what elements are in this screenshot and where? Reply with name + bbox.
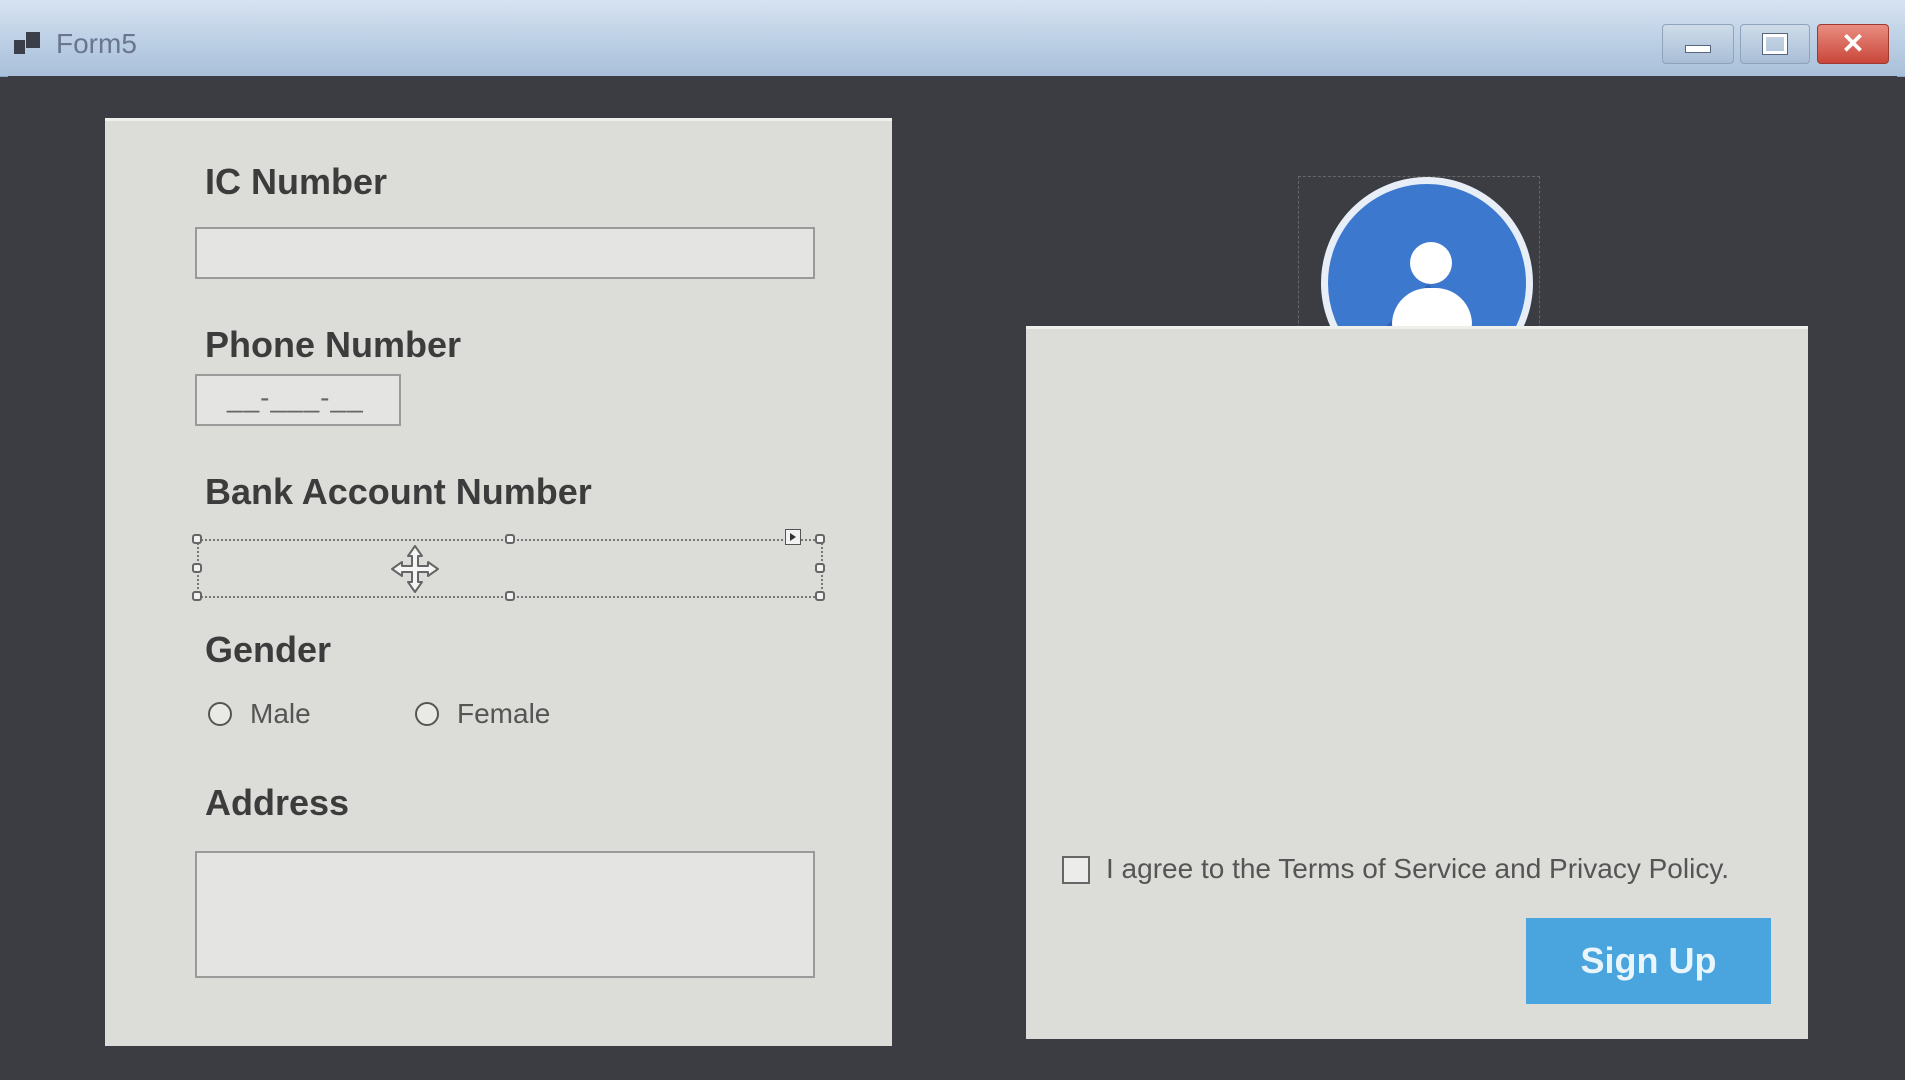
close-button[interactable]: ✕ <box>1817 24 1889 64</box>
gender-label: Gender <box>205 629 332 670</box>
resize-handle-middle-right[interactable] <box>815 563 825 573</box>
gender-male-radio[interactable] <box>208 702 232 726</box>
personal-info-panel: IC Number Phone Number __-___-__ Bank Ac… <box>105 118 892 1046</box>
minimize-icon <box>1685 45 1711 53</box>
sign-up-button[interactable]: Sign Up <box>1526 918 1771 1004</box>
bank-account-input[interactable] <box>201 543 819 593</box>
resize-handle-top-left[interactable] <box>192 534 202 544</box>
ic-number-label: IC Number <box>205 161 388 202</box>
form-app-icon <box>14 30 42 58</box>
form5-window: Form5 ✕ IC Number Phone Number __-___-__… <box>0 0 1905 1080</box>
form-client-area: IC Number Phone Number __-___-__ Bank Ac… <box>8 76 1897 1080</box>
resize-handle-middle-left[interactable] <box>192 563 202 573</box>
maximize-icon <box>1762 33 1788 55</box>
terms-checkbox[interactable] <box>1062 856 1090 884</box>
move-cursor-icon <box>391 545 439 593</box>
signup-panel: I agree to the Terms of Service and Priv… <box>1026 326 1808 1039</box>
phone-number-label: Phone Number <box>205 324 462 365</box>
phone-number-masked-input[interactable]: __-___-__ <box>195 374 401 426</box>
resize-handle-top-right[interactable] <box>815 534 825 544</box>
maximize-button[interactable] <box>1740 24 1810 64</box>
window-title: Form5 <box>56 28 137 59</box>
ic-number-input[interactable] <box>195 227 815 279</box>
close-icon: ✕ <box>1841 28 1865 59</box>
resize-handle-top-middle[interactable] <box>505 534 515 544</box>
resize-handle-bottom-left[interactable] <box>192 591 202 601</box>
gender-male-label[interactable]: Male <box>250 698 311 730</box>
address-label: Address <box>205 782 350 823</box>
address-textarea[interactable] <box>195 851 815 978</box>
title-bar[interactable]: Form5 ✕ <box>0 0 1905 77</box>
resize-handle-bottom-middle[interactable] <box>505 591 515 601</box>
gender-female-label[interactable]: Female <box>457 698 550 730</box>
gender-female-radio[interactable] <box>415 702 439 726</box>
smart-tag-arrow-icon[interactable] <box>785 529 801 545</box>
resize-handle-bottom-right[interactable] <box>815 591 825 601</box>
minimize-button[interactable] <box>1662 24 1734 64</box>
terms-checkbox-label[interactable]: I agree to the Terms of Service and Priv… <box>1106 853 1729 885</box>
bank-account-label: Bank Account Number <box>205 471 592 512</box>
phone-mask-text: __-___-__ <box>227 382 364 413</box>
